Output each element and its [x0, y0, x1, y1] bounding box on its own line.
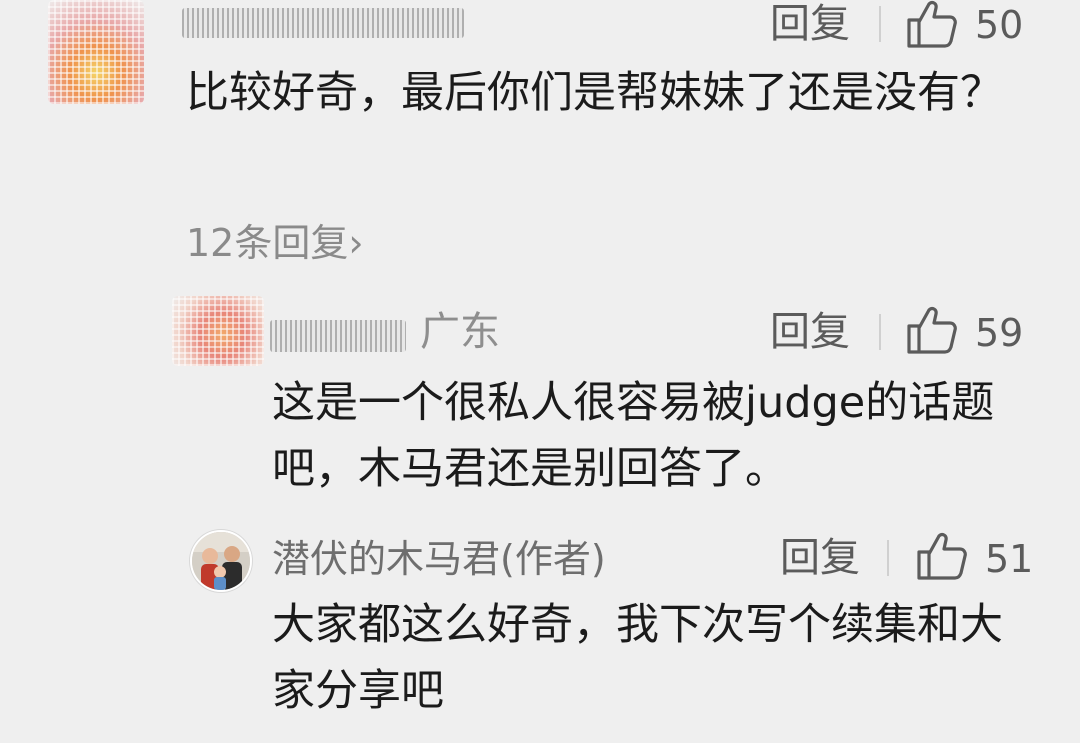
divider	[879, 6, 881, 42]
view-replies-link[interactable]: 12条回复›	[186, 224, 364, 262]
commenter-location: 广东	[420, 309, 500, 355]
chevron-right-icon: ›	[348, 221, 364, 265]
comment-text: 大家都这么好奇，我下次写个续集和大家分享吧	[272, 600, 1003, 716]
thumbs-up-outline-icon[interactable]	[915, 532, 967, 580]
thumbs-up-outline-icon[interactable]	[905, 306, 957, 354]
replier-name-blurred[interactable]	[270, 320, 406, 352]
commenter-avatar-blurred[interactable]	[48, 0, 144, 104]
comment-text: 这是一个很私人很容易被judge的话题吧，木马君还是别回答了。	[272, 378, 995, 494]
commenter-name-blurred[interactable]	[182, 8, 464, 38]
thumbs-up-outline-icon[interactable]	[905, 0, 957, 48]
replier-avatar-blurred[interactable]	[172, 296, 264, 366]
reply-button[interactable]: 回复	[770, 312, 850, 352]
reply-button[interactable]: 回复	[780, 538, 860, 578]
divider	[879, 314, 881, 350]
replies-count-label: 12条回复	[186, 221, 349, 265]
like-count: 50	[975, 3, 1024, 47]
author-name[interactable]: 潜伏的木马君(作者)	[272, 540, 606, 578]
comment-text: 比较好奇，最后你们是帮妹妹了还是没有？	[186, 68, 1003, 118]
reply-button[interactable]: 回复	[770, 4, 850, 44]
author-avatar[interactable]	[190, 530, 252, 592]
like-count: 59	[975, 311, 1024, 355]
divider	[887, 540, 889, 576]
like-count: 51	[985, 537, 1034, 581]
